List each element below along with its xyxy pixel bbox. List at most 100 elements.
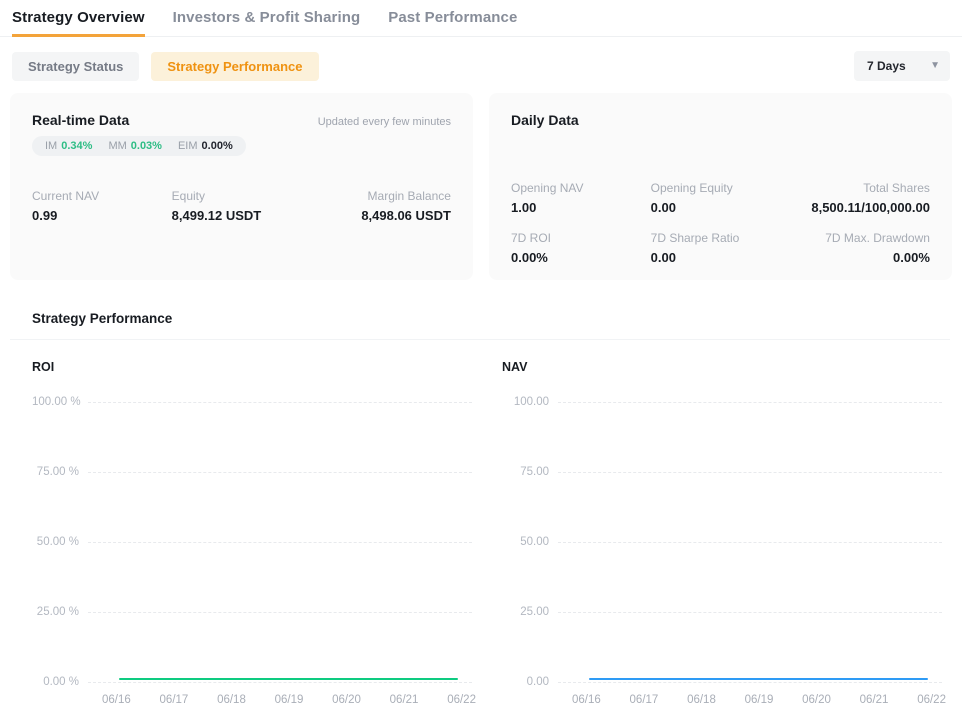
gridline-row: 50.00 bbox=[502, 536, 942, 548]
pill-strategy-performance[interactable]: Strategy Performance bbox=[151, 52, 318, 81]
y-axis-tick-label: 0.00 bbox=[502, 676, 558, 688]
nav-chart-column: NAV 100.0075.0050.0025.000.0006/1606/170… bbox=[490, 340, 950, 714]
daily-stats-row-2: 7D ROI 0.00% 7D Sharpe Ratio 0.00 7D Max… bbox=[511, 231, 930, 265]
eim-badge: EIM 0.00% bbox=[178, 140, 233, 152]
dashed-gridline bbox=[88, 612, 472, 613]
stat-value: 8,500.11/100,000.00 bbox=[790, 200, 930, 215]
x-axis-tick-label: 06/19 bbox=[745, 694, 774, 706]
stat-label: 7D Max. Drawdown bbox=[790, 231, 930, 245]
y-axis-tick-label: 75.00 % bbox=[32, 466, 88, 478]
view-pill-group: Strategy Status Strategy Performance bbox=[12, 52, 319, 81]
mm-label: MM bbox=[108, 140, 126, 152]
dashed-gridline bbox=[88, 402, 472, 403]
stat-7d-roi: 7D ROI 0.00% bbox=[511, 231, 651, 265]
stat-label: Current NAV bbox=[32, 189, 172, 203]
stat-value: 0.00% bbox=[511, 250, 651, 265]
margin-ratio-badge: IM 0.34% MM 0.03% EIM 0.00% bbox=[32, 136, 246, 156]
summary-cards: Real-time Data Updated every few minutes… bbox=[10, 93, 952, 280]
eim-label: EIM bbox=[178, 140, 198, 152]
x-axis-tick-label: 06/18 bbox=[687, 694, 716, 706]
x-axis-tick-label: 06/22 bbox=[917, 694, 946, 706]
eim-value: 0.00% bbox=[202, 140, 233, 152]
stat-label: Margin Balance bbox=[311, 189, 451, 203]
y-axis-tick-label: 0.00 % bbox=[32, 676, 88, 688]
dashed-gridline bbox=[558, 612, 942, 613]
y-axis-tick-label: 25.00 bbox=[502, 606, 558, 618]
stat-7d-sharpe-ratio: 7D Sharpe Ratio 0.00 bbox=[651, 231, 791, 265]
dashed-gridline bbox=[558, 402, 942, 403]
y-axis-tick-label: 75.00 bbox=[502, 466, 558, 478]
time-range-value: 7 Days bbox=[867, 59, 906, 73]
im-value: 0.34% bbox=[61, 140, 92, 152]
performance-section-heading: Strategy Performance bbox=[32, 311, 962, 326]
gridline-row: 25.00 % bbox=[32, 606, 472, 618]
stat-value: 8,498.06 USDT bbox=[311, 208, 451, 223]
x-axis-tick-label: 06/16 bbox=[102, 694, 131, 706]
y-axis-tick-label: 100.00 bbox=[502, 396, 558, 408]
tab-past-performance[interactable]: Past Performance bbox=[388, 9, 517, 37]
gridline-row: 100.00 bbox=[502, 396, 942, 408]
x-axis-labels: 06/1606/1706/1806/1906/2006/2106/22 bbox=[102, 694, 476, 706]
stat-label: 7D ROI bbox=[511, 231, 651, 245]
im-label: IM bbox=[45, 140, 57, 152]
realtime-stats-row: Current NAV 0.99 Equity 8,499.12 USDT Ma… bbox=[32, 189, 451, 223]
mm-value: 0.03% bbox=[131, 140, 162, 152]
performance-charts: ROI 100.00 % 75.00 % 50.00 % 25.00 % 0.00 % 0… bbox=[10, 340, 950, 714]
dashed-gridline bbox=[88, 542, 472, 543]
stat-label: Total Shares bbox=[790, 181, 930, 195]
x-axis-tick-label: 06/20 bbox=[332, 694, 361, 706]
roi-chart-column: ROI 100.00 % 75.00 % 50.00 % 25.00 % 0.00 % 0… bbox=[10, 340, 490, 714]
stat-label: Equity bbox=[172, 189, 312, 203]
dashed-gridline bbox=[88, 682, 472, 683]
nav-chart-title: NAV bbox=[502, 360, 950, 374]
roi-chart-title: ROI bbox=[32, 360, 480, 374]
x-axis-tick-label: 06/16 bbox=[572, 694, 601, 706]
updated-note: Updated every few minutes bbox=[318, 116, 451, 128]
stat-label: Opening Equity bbox=[651, 181, 791, 195]
stat-value: 0.00% bbox=[790, 250, 930, 265]
x-axis-tick-label: 06/21 bbox=[860, 694, 889, 706]
gridline-row: 75.00 % bbox=[32, 466, 472, 478]
time-range-select[interactable]: 7 Days ▼ bbox=[854, 51, 950, 81]
x-axis-labels: 06/16 06/17 06/18 06/19 06/20 06/21 06/22 bbox=[572, 694, 946, 706]
dashed-gridline bbox=[88, 472, 472, 473]
stat-value: 8,499.12 USDT bbox=[172, 208, 312, 223]
y-axis-tick-label: 50.00 bbox=[502, 536, 558, 548]
daily-stats-row-1: Opening NAV 1.00 Opening Equity 0.00 Tot… bbox=[511, 181, 930, 215]
tab-investors-profit-sharing[interactable]: Investors & Profit Sharing bbox=[173, 9, 361, 37]
stat-label: Opening NAV bbox=[511, 181, 651, 195]
x-axis-tick-label: 06/17 bbox=[630, 694, 659, 706]
gridline-row: 75.00 bbox=[502, 466, 942, 478]
roi-line-chart: 100.00 %75.00 %50.00 %25.00 %0.00 %06/16… bbox=[32, 402, 480, 714]
stat-7d-max-drawdown: 7D Max. Drawdown 0.00% bbox=[790, 231, 930, 265]
dashed-gridline bbox=[558, 542, 942, 543]
y-axis-tick-label: 100.00 % bbox=[32, 396, 88, 408]
stat-total-shares: Total Shares 8,500.11/100,000.00 bbox=[790, 181, 930, 215]
x-axis-tick-label: 06/17 bbox=[160, 694, 189, 706]
stat-opening-nav: Opening NAV 1.00 bbox=[511, 181, 651, 215]
stat-margin-balance: Margin Balance 8,498.06 USDT bbox=[311, 189, 451, 223]
stat-value: 1.00 bbox=[511, 200, 651, 215]
dashed-gridline bbox=[558, 472, 942, 473]
daily-card-title: Daily Data bbox=[511, 112, 579, 128]
daily-data-card: Daily Data Opening NAV 1.00 Opening Equi… bbox=[489, 93, 952, 280]
x-axis-tick-label: 06/20 bbox=[802, 694, 831, 706]
y-axis-tick-label: 50.00 % bbox=[32, 536, 88, 548]
nav-series-line bbox=[589, 678, 928, 680]
roi-series-line bbox=[119, 678, 458, 680]
im-badge: IM 0.34% bbox=[45, 140, 92, 152]
stat-current-nav: Current NAV 0.99 bbox=[32, 189, 172, 223]
pill-strategy-status[interactable]: Strategy Status bbox=[12, 52, 139, 81]
stat-value: 0.99 bbox=[32, 208, 172, 223]
stat-label: 7D Sharpe Ratio bbox=[651, 231, 791, 245]
tab-strategy-overview[interactable]: Strategy Overview bbox=[12, 9, 145, 37]
x-axis-tick-label: 06/21 bbox=[390, 694, 419, 706]
stat-opening-equity: Opening Equity 0.00 bbox=[651, 181, 791, 215]
stat-value: 0.00 bbox=[651, 200, 791, 215]
y-axis-tick-label: 25.00 % bbox=[32, 606, 88, 618]
dashed-gridline bbox=[558, 682, 942, 683]
nav-line-chart: 100.0075.0050.0025.000.0006/1606/1706/18… bbox=[502, 402, 950, 714]
chevron-down-icon: ▼ bbox=[930, 61, 940, 71]
x-axis-tick-label: 06/19 bbox=[275, 694, 304, 706]
realtime-card-title: Real-time Data bbox=[32, 112, 129, 128]
